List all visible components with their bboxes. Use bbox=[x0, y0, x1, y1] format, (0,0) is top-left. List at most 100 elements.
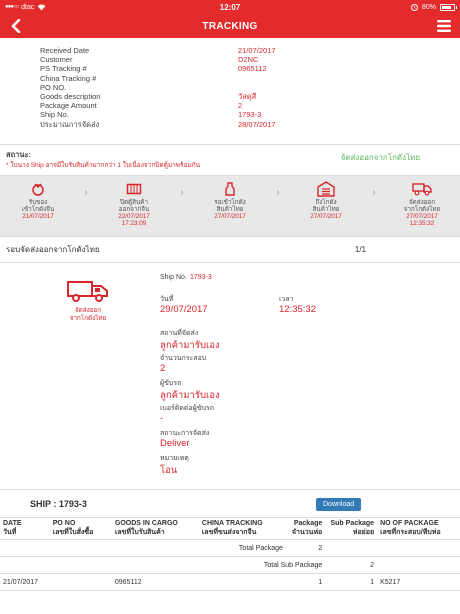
step-time: 17:23:09 bbox=[121, 220, 147, 227]
ship-bar: SHIP : 1793-3 Download bbox=[0, 489, 460, 517]
column-header: Sub Package ห่อย่อย bbox=[325, 517, 378, 540]
qty-label: จำนวนกระสอบ bbox=[160, 355, 207, 362]
timeline-step: ถึงโกดัง สินค้าไทย 27/07/2017 bbox=[288, 181, 364, 220]
step-title: รับของ bbox=[28, 199, 48, 206]
column-header-line: Sub Package bbox=[330, 520, 375, 527]
battery-icon bbox=[440, 3, 457, 11]
table-cell: 21/07/2017 bbox=[0, 573, 50, 591]
column-header: GOODS IN CARGO เลขที่ใบรับสินค้า bbox=[111, 517, 199, 540]
chevron-right-icon: › bbox=[276, 187, 280, 198]
chevron-right-icon: › bbox=[180, 187, 184, 198]
table-row: 21/07/2017 0965112 1 1 K5217 bbox=[0, 573, 460, 591]
download-button[interactable]: Download bbox=[316, 498, 362, 511]
table-cell: 0965112 bbox=[111, 573, 199, 591]
column-header-line: เลขที่ใบรับสินค้า bbox=[114, 528, 165, 536]
chevron-right-icon: › bbox=[372, 187, 376, 198]
info-label: Package Amount bbox=[40, 101, 97, 111]
status-row: สถานะ: * ใบนาง Ship อาจมีใบรับสินค้ามากก… bbox=[0, 145, 460, 175]
step-date: 27/07/2017 bbox=[214, 213, 246, 220]
info-label: Ship No. bbox=[40, 110, 69, 120]
column-header: NO OF PACKAGE เลขที่กระสอบ/หีบห่อ bbox=[377, 517, 460, 540]
step-title: จัดส่งออก bbox=[408, 199, 436, 206]
table-cell bbox=[198, 573, 286, 591]
column-header: DATE วันที่ bbox=[0, 517, 50, 540]
hamburger-menu-icon[interactable] bbox=[437, 20, 451, 32]
page-title: TRACKING bbox=[202, 20, 258, 32]
info-value: 21/07/2017 bbox=[238, 46, 276, 55]
total-package-value: 2 bbox=[285, 539, 326, 557]
info-label: China Tracking # bbox=[40, 73, 97, 83]
date-value: 29/07/2017 bbox=[160, 304, 208, 315]
truck-label-line2: จากโกดังไทย bbox=[69, 314, 107, 322]
info-label: PO NO. bbox=[40, 82, 67, 92]
step-title: ออกจากจีน bbox=[118, 206, 150, 213]
step-title: สินค้าไทย bbox=[216, 206, 244, 213]
timeline-step: รอเข้าโกดัง สินค้าไทย 27/07/2017 bbox=[192, 181, 268, 220]
page-indicator: 1/1 bbox=[354, 245, 366, 254]
info-row: PS Tracking # 0965112 bbox=[40, 64, 460, 73]
timeline-step: รับของ เข้าโกดังจีน 21/07/2017 bbox=[0, 181, 76, 220]
info-row: Goods description วัสดุสี bbox=[40, 92, 460, 101]
info-value: D2NC bbox=[238, 55, 259, 65]
step-date: 22/07/2017 bbox=[118, 213, 150, 220]
step-date: 27/07/2017 bbox=[406, 213, 438, 220]
step-title: จากโกดังไทย bbox=[403, 206, 441, 213]
table-cell: 1 bbox=[325, 573, 378, 591]
total-sub-package-row: Total Sub Package 2 bbox=[0, 556, 460, 574]
step-date: 21/07/2017 bbox=[22, 213, 54, 220]
shipment-detail: จัดส่งออก จากโกดังไทย Ship No. 1793-3 วั… bbox=[0, 263, 460, 489]
nav-bar: TRACKING bbox=[0, 14, 460, 38]
status-bar: ●●●○○ dtac 12:07 80% bbox=[0, 0, 460, 14]
info-label: Goods description bbox=[40, 91, 101, 101]
info-row: PO NO. bbox=[40, 83, 460, 92]
truck-icon bbox=[67, 281, 108, 302]
warehouse-icon bbox=[288, 181, 364, 197]
tracking-info: Received Date 21/07/2017 Customer D2NC PS Tr… bbox=[0, 38, 460, 144]
table-cell: K5217 bbox=[377, 573, 460, 591]
chevron-right-icon: › bbox=[84, 187, 88, 198]
total-sub-package-value: 2 bbox=[325, 556, 378, 574]
column-header: CHINA TRACKING เลขที่ขนส่งจากจีน bbox=[198, 517, 286, 540]
total-sub-package-label: Total Sub Package bbox=[0, 556, 326, 574]
info-value: 0965112 bbox=[238, 64, 267, 74]
status-note: * ใบนาง Ship อาจมีใบรับสินค้ามากกว่า 1 ใ… bbox=[6, 162, 201, 169]
column-header-line: วันที่ bbox=[3, 528, 17, 536]
step-title: เข้าโกดังจีน bbox=[21, 206, 55, 213]
back-chevron-icon[interactable] bbox=[9, 19, 23, 33]
step-title: ปิดตู้สินค้า bbox=[119, 199, 149, 206]
column-header-line: GOODS IN CARGO bbox=[114, 520, 178, 527]
info-value: 28/07/2017 bbox=[238, 119, 276, 129]
column-header: Package จำนวนห่อ bbox=[285, 517, 326, 540]
info-label: ประมาณการจัดส่ง bbox=[40, 119, 100, 129]
section-title: รอบจัดส่งออกจากโกดังไทย bbox=[6, 245, 100, 254]
column-header-line: PO NO bbox=[52, 520, 76, 527]
column-header-line: NO OF PACKAGE bbox=[380, 520, 439, 527]
ship-status-value: Deliver bbox=[160, 438, 190, 449]
info-value: วัสดุสี bbox=[238, 91, 257, 101]
step-time: 12:35:32 bbox=[409, 220, 435, 227]
step-date: 27/07/2017 bbox=[310, 213, 342, 220]
alarm-icon bbox=[410, 3, 418, 11]
column-header-line: เลขที่ใบสั่งซื้อ bbox=[52, 528, 94, 536]
truck-icon bbox=[384, 181, 460, 197]
package-table: DATE วันที่ PO NO เลขที่ใบสั่งซื้อ GOODS IN … bbox=[0, 517, 460, 591]
truck-label-line1: จัดส่งออก bbox=[74, 307, 102, 314]
column-header-line: Package bbox=[293, 520, 323, 527]
info-label: Customer bbox=[40, 55, 73, 65]
place-value: ลูกค้ามารับเอง bbox=[160, 340, 220, 351]
remark-value: โอน bbox=[160, 465, 178, 476]
step-title: สินค้าไทย bbox=[312, 206, 340, 213]
receive-icon bbox=[0, 181, 76, 197]
column-header-line: เลขที่กระสอบ/หีบห่อ bbox=[380, 528, 441, 536]
step-title: รอเข้าโกดัง bbox=[214, 199, 246, 206]
info-label: Received Date bbox=[40, 46, 90, 55]
container-icon bbox=[96, 181, 172, 197]
column-header-line: CHINA TRACKING bbox=[201, 520, 263, 527]
step-title: ถึงโกดัง bbox=[315, 199, 337, 206]
table-header: DATE วันที่ PO NO เลขที่ใบสั่งซื้อ GOODS IN … bbox=[0, 517, 460, 540]
timeline-step: จัดส่งออก จากโกดังไทย 27/07/2017 12:35:32 bbox=[384, 181, 460, 227]
table-cell bbox=[49, 573, 112, 591]
info-value: 1793-3 bbox=[238, 110, 262, 120]
clock: 12:07 bbox=[219, 2, 241, 12]
timeline-step: ปิดตู้สินค้า ออกจากจีน 22/07/2017 17:23:09 bbox=[96, 181, 172, 227]
